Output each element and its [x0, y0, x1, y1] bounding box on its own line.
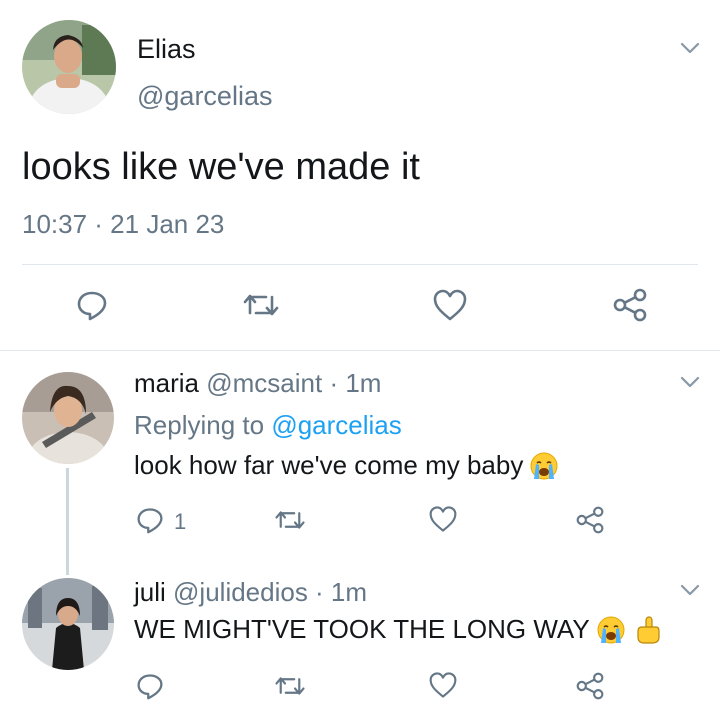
author-name[interactable]: Elias [137, 34, 196, 65]
reply-text: look how far we've come my baby [134, 450, 524, 480]
tweet-timestamp[interactable]: 10:37 · 21 Jan 23 [22, 209, 224, 240]
reply-icon[interactable] [76, 289, 108, 321]
reply-meta[interactable]: @mcsaint · 1m [206, 368, 381, 398]
share-icon[interactable] [575, 672, 605, 700]
reply-avatar[interactable] [22, 372, 114, 464]
reply-name[interactable]: maria [134, 368, 199, 398]
retweet-icon[interactable] [274, 672, 306, 700]
like-icon[interactable] [432, 288, 468, 322]
reply-text-row: WE MIGHT'VE TOOK THE LONG WAY [134, 614, 662, 645]
crying-face-emoji [529, 451, 559, 481]
pointing-up-emoji [632, 615, 662, 645]
reply-text: WE MIGHT'VE TOOK THE LONG WAY [134, 614, 590, 644]
divider [0, 350, 720, 351]
retweet-icon[interactable] [274, 506, 306, 534]
reply-text-row: look how far we've come my baby [134, 450, 559, 481]
reply-count: 1 [174, 509, 187, 534]
reply-header: maria @mcsaint · 1m [134, 368, 381, 399]
reply-icon[interactable] [136, 506, 164, 534]
reply-meta[interactable]: @julidedios · 1m [173, 577, 367, 607]
share-icon[interactable] [612, 288, 648, 322]
retweet-icon[interactable] [242, 289, 280, 321]
reply-icon[interactable] [136, 672, 164, 700]
like-icon[interactable] [428, 671, 458, 699]
thread-line [66, 468, 69, 575]
author-handle[interactable]: @garcelias [137, 81, 272, 112]
reply-header: juli @julidedios · 1m [134, 577, 367, 608]
like-icon[interactable] [428, 505, 458, 533]
replying-to-label: Replying to [134, 410, 272, 440]
replying-to-handle[interactable]: @garcelias [271, 410, 401, 440]
reply-avatar[interactable] [22, 578, 114, 670]
crying-face-emoji [596, 615, 626, 645]
tweet-text: looks like we've made it [22, 146, 420, 188]
reply-name[interactable]: juli [134, 577, 166, 607]
share-icon[interactable] [575, 506, 605, 534]
divider [22, 264, 698, 265]
chevron-down-icon[interactable] [678, 36, 702, 60]
chevron-down-icon[interactable] [678, 370, 702, 394]
author-avatar[interactable] [22, 20, 116, 114]
replying-to: Replying to @garcelias [134, 410, 402, 441]
chevron-down-icon[interactable] [678, 578, 702, 602]
